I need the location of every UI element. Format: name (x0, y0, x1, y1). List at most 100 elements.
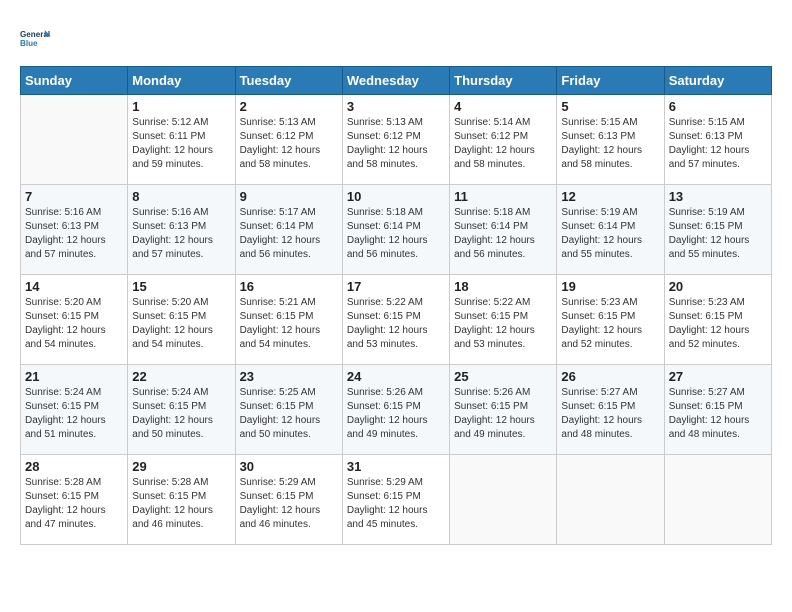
svg-text:Blue: Blue (20, 39, 38, 48)
day-info: Sunrise: 5:22 AM Sunset: 6:15 PM Dayligh… (347, 296, 445, 352)
day-number: 3 (347, 99, 445, 114)
calendar-cell: 29Sunrise: 5:28 AM Sunset: 6:15 PM Dayli… (128, 455, 235, 545)
calendar-cell: 10 Sunrise: 5:18 AM Sunset: 6:14 PM Dayli… (342, 185, 449, 275)
calendar-cell: 24 Sunrise: 5:26 AM Sunset: 6:15 PM Dayli… (342, 365, 449, 455)
day-info: Sunrise: 5:13 AM Sunset: 6:12 PM Dayligh… (347, 116, 445, 172)
page-header: GeneralBlue (20, 20, 772, 56)
day-of-week-header: Friday (557, 67, 664, 95)
calendar-cell: 22Sunrise: 5:24 AM Sunset: 6:15 PM Dayli… (128, 365, 235, 455)
day-info: Sunrise: 5:15 AM Sunset: 6:13 PM Dayligh… (561, 116, 659, 172)
day-info: Sunrise: 5:18 AM Sunset: 6:14 PM Dayligh… (454, 206, 552, 262)
calendar-cell: 9 Sunrise: 5:17 AM Sunset: 6:14 PM Daylig… (235, 185, 342, 275)
day-info: Sunrise: 5:25 AM Sunset: 6:15 PM Dayligh… (240, 386, 338, 442)
day-number: 27 (669, 369, 767, 384)
day-number: 18 (454, 279, 552, 294)
day-info: Sunrise: 5:17 AM Sunset: 6:14 PM Dayligh… (240, 206, 338, 262)
calendar-cell: 15 Sunrise: 5:20 AM Sunset: 6:15 PM Dayli… (128, 275, 235, 365)
calendar-cell: 1 Sunrise: 5:12 AM Sunset: 6:11 PM Daylig… (128, 95, 235, 185)
calendar-cell: 25 Sunrise: 5:26 AM Sunset: 6:15 PM Dayli… (450, 365, 557, 455)
calendar-cell: 13Sunrise: 5:19 AM Sunset: 6:15 PM Dayli… (664, 185, 771, 275)
day-number: 5 (561, 99, 659, 114)
calendar-cell: 2Sunrise: 5:13 AM Sunset: 6:12 PM Daylig… (235, 95, 342, 185)
day-info: Sunrise: 5:27 AM Sunset: 6:15 PM Dayligh… (669, 386, 767, 442)
day-number: 14 (25, 279, 123, 294)
day-number: 26 (561, 369, 659, 384)
day-of-week-header: Saturday (664, 67, 771, 95)
day-number: 16 (240, 279, 338, 294)
day-number: 25 (454, 369, 552, 384)
calendar-cell (450, 455, 557, 545)
day-info: Sunrise: 5:20 AM Sunset: 6:15 PM Dayligh… (132, 296, 230, 352)
day-info: Sunrise: 5:12 AM Sunset: 6:11 PM Dayligh… (132, 116, 230, 172)
day-number: 11 (454, 189, 552, 204)
day-number: 10 (347, 189, 445, 204)
calendar-week-row: 14 Sunrise: 5:20 AM Sunset: 6:15 PM Dayli… (21, 275, 772, 365)
calendar-cell: 12Sunrise: 5:19 AM Sunset: 6:14 PM Dayli… (557, 185, 664, 275)
calendar-cell: 27 Sunrise: 5:27 AM Sunset: 6:15 PM Dayli… (664, 365, 771, 455)
day-number: 28 (25, 459, 123, 474)
day-number: 23 (240, 369, 338, 384)
day-number: 19 (561, 279, 659, 294)
calendar-cell: 7Sunrise: 5:16 AM Sunset: 6:13 PM Daylig… (21, 185, 128, 275)
calendar-cell: 23 Sunrise: 5:25 AM Sunset: 6:15 PM Dayli… (235, 365, 342, 455)
calendar-cell: 31 Sunrise: 5:29 AM Sunset: 6:15 PM Dayli… (342, 455, 449, 545)
day-info: Sunrise: 5:20 AM Sunset: 6:15 PM Dayligh… (25, 296, 123, 352)
logo: GeneralBlue (20, 20, 56, 56)
day-info: Sunrise: 5:18 AM Sunset: 6:14 PM Dayligh… (347, 206, 445, 262)
calendar-cell (21, 95, 128, 185)
calendar-cell: 4 Sunrise: 5:14 AM Sunset: 6:12 PM Daylig… (450, 95, 557, 185)
day-number: 24 (347, 369, 445, 384)
calendar-table: SundayMondayTuesdayWednesdayThursdayFrid… (20, 66, 772, 545)
day-number: 2 (240, 99, 338, 114)
calendar-cell: 28 Sunrise: 5:28 AM Sunset: 6:15 PM Dayli… (21, 455, 128, 545)
day-number: 31 (347, 459, 445, 474)
day-number: 9 (240, 189, 338, 204)
day-of-week-header: Wednesday (342, 67, 449, 95)
calendar-cell: 14 Sunrise: 5:20 AM Sunset: 6:15 PM Dayli… (21, 275, 128, 365)
day-info: Sunrise: 5:26 AM Sunset: 6:15 PM Dayligh… (347, 386, 445, 442)
calendar-body: 1 Sunrise: 5:12 AM Sunset: 6:11 PM Daylig… (21, 95, 772, 545)
calendar-week-row: 21Sunrise: 5:24 AM Sunset: 6:15 PM Dayli… (21, 365, 772, 455)
day-info: Sunrise: 5:27 AM Sunset: 6:15 PM Dayligh… (561, 386, 659, 442)
day-number: 7 (25, 189, 123, 204)
calendar-cell: 5 Sunrise: 5:15 AM Sunset: 6:13 PM Daylig… (557, 95, 664, 185)
day-of-week-header: Monday (128, 67, 235, 95)
day-info: Sunrise: 5:29 AM Sunset: 6:15 PM Dayligh… (240, 476, 338, 532)
calendar-week-row: 7 Sunrise: 5:16 AM Sunset: 6:13 PM Daylig… (21, 185, 772, 275)
day-info: Sunrise: 5:16 AM Sunset: 6:13 PM Dayligh… (132, 206, 230, 262)
day-number: 8 (132, 189, 230, 204)
calendar-header-row: SundayMondayTuesdayWednesdayThursdayFrid… (21, 67, 772, 95)
calendar-cell: 3 Sunrise: 5:13 AM Sunset: 6:12 PM Daylig… (342, 95, 449, 185)
calendar-cell (557, 455, 664, 545)
calendar-week-row: 28 Sunrise: 5:28 AM Sunset: 6:15 PM Dayli… (21, 455, 772, 545)
day-number: 15 (132, 279, 230, 294)
day-number: 21 (25, 369, 123, 384)
day-of-week-header: Tuesday (235, 67, 342, 95)
day-number: 29 (132, 459, 230, 474)
day-number: 12 (561, 189, 659, 204)
day-number: 4 (454, 99, 552, 114)
day-of-week-header: Sunday (21, 67, 128, 95)
day-info: Sunrise: 5:29 AM Sunset: 6:15 PM Dayligh… (347, 476, 445, 532)
day-info: Sunrise: 5:23 AM Sunset: 6:15 PM Dayligh… (669, 296, 767, 352)
day-info: Sunrise: 5:28 AM Sunset: 6:15 PM Dayligh… (25, 476, 123, 532)
logo-icon: GeneralBlue (20, 20, 56, 56)
day-number: 22 (132, 369, 230, 384)
day-number: 30 (240, 459, 338, 474)
day-info: Sunrise: 5:19 AM Sunset: 6:15 PM Dayligh… (669, 206, 767, 262)
day-number: 1 (132, 99, 230, 114)
calendar-week-row: 1 Sunrise: 5:12 AM Sunset: 6:11 PM Daylig… (21, 95, 772, 185)
day-number: 20 (669, 279, 767, 294)
calendar-cell: 21Sunrise: 5:24 AM Sunset: 6:15 PM Dayli… (21, 365, 128, 455)
day-info: Sunrise: 5:26 AM Sunset: 6:15 PM Dayligh… (454, 386, 552, 442)
calendar-cell: 6Sunrise: 5:15 AM Sunset: 6:13 PM Daylig… (664, 95, 771, 185)
day-of-week-header: Thursday (450, 67, 557, 95)
day-number: 6 (669, 99, 767, 114)
calendar-cell: 8 Sunrise: 5:16 AM Sunset: 6:13 PM Daylig… (128, 185, 235, 275)
calendar-cell: 11 Sunrise: 5:18 AM Sunset: 6:14 PM Dayli… (450, 185, 557, 275)
calendar-cell: 18Sunrise: 5:22 AM Sunset: 6:15 PM Dayli… (450, 275, 557, 365)
calendar-cell: 20 Sunrise: 5:23 AM Sunset: 6:15 PM Dayli… (664, 275, 771, 365)
calendar-cell: 16Sunrise: 5:21 AM Sunset: 6:15 PM Dayli… (235, 275, 342, 365)
day-info: Sunrise: 5:14 AM Sunset: 6:12 PM Dayligh… (454, 116, 552, 172)
calendar-cell: 19Sunrise: 5:23 AM Sunset: 6:15 PM Dayli… (557, 275, 664, 365)
